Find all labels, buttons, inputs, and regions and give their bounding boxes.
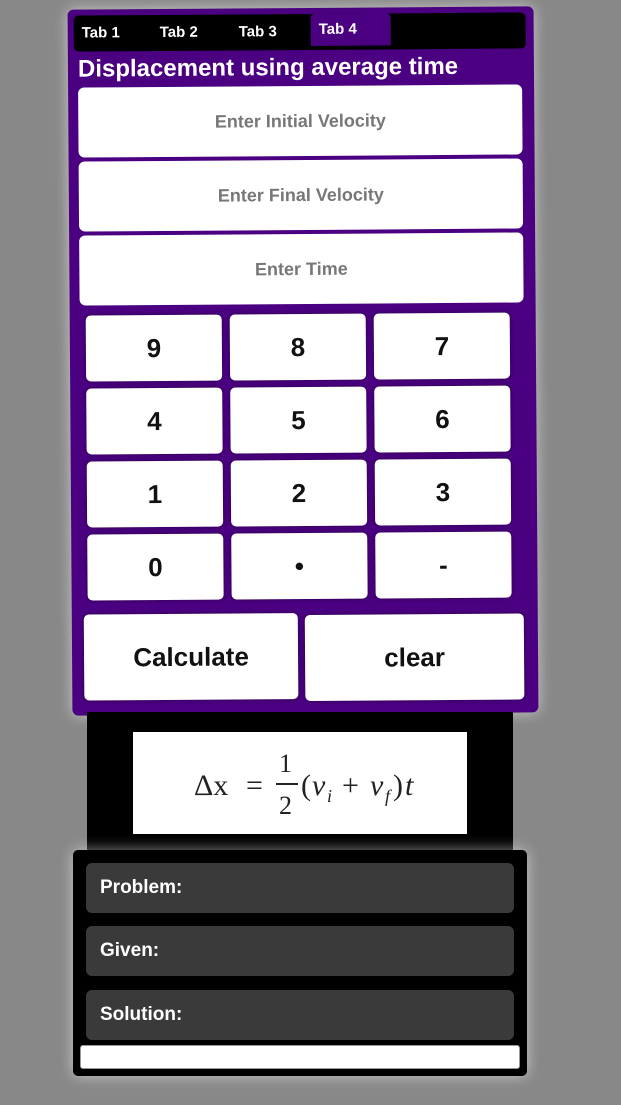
result-panel: Problem: Given: Solution: xyxy=(73,850,527,1076)
key-3[interactable]: 3 xyxy=(374,458,512,526)
formula-vf-sub: f xyxy=(385,786,393,806)
tab-2[interactable]: Tab 2 xyxy=(152,14,231,51)
solution-row: Solution: xyxy=(86,990,514,1040)
output-field[interactable] xyxy=(80,1045,520,1069)
key-1[interactable]: 1 xyxy=(86,460,224,528)
formula-vi-sub: i xyxy=(327,786,332,806)
formula-open-paren: ( xyxy=(301,769,311,802)
formula-image: Δx = 1 2 ( v i + v f ) t xyxy=(133,732,467,834)
formula-plus: + xyxy=(342,769,359,802)
key-7[interactable]: 7 xyxy=(373,312,511,380)
clear-button[interactable]: clear xyxy=(304,613,525,701)
formula-denominator: 2 xyxy=(279,791,292,820)
final-velocity-input[interactable] xyxy=(78,158,524,232)
page-title: Displacement using average time xyxy=(77,52,459,83)
time-input[interactable] xyxy=(79,232,524,306)
given-row: Given: xyxy=(86,926,514,976)
key-2[interactable]: 2 xyxy=(230,459,368,527)
calculator-panel: Tab 1 Tab 2 Tab 3 Tab 4 Displacement usi… xyxy=(67,6,539,716)
displacement-formula: Δx = 1 2 ( v i + v f ) t xyxy=(194,749,414,820)
calculate-button[interactable]: Calculate xyxy=(83,613,299,701)
formula-equals: = xyxy=(246,769,263,802)
key-6[interactable]: 6 xyxy=(374,385,511,453)
tab-4[interactable]: Tab 4 xyxy=(310,13,391,46)
key-5[interactable]: 5 xyxy=(230,386,367,454)
key-4[interactable]: 4 xyxy=(86,387,223,455)
formula-lhs: Δx xyxy=(194,769,228,802)
formula-vf: v xyxy=(370,769,384,802)
key-0[interactable]: 0 xyxy=(87,533,224,601)
tab-bar: Tab 1 Tab 2 Tab 3 Tab 4 xyxy=(73,12,526,52)
initial-velocity-input[interactable] xyxy=(78,84,523,158)
formula-t: t xyxy=(405,769,414,802)
problem-row: Problem: xyxy=(86,863,514,913)
tab-1[interactable]: Tab 1 xyxy=(74,15,152,52)
tab-3[interactable]: Tab 3 xyxy=(231,14,311,51)
formula-vi: v xyxy=(312,769,326,802)
key-decimal[interactable]: • xyxy=(231,532,368,600)
key-8[interactable]: 8 xyxy=(229,313,367,381)
formula-close-paren: ) xyxy=(393,769,403,802)
formula-container: Δx = 1 2 ( v i + v f ) t xyxy=(87,712,513,852)
key-9[interactable]: 9 xyxy=(85,314,223,382)
formula-numerator: 1 xyxy=(279,749,292,778)
key-minus[interactable]: - xyxy=(375,531,512,599)
